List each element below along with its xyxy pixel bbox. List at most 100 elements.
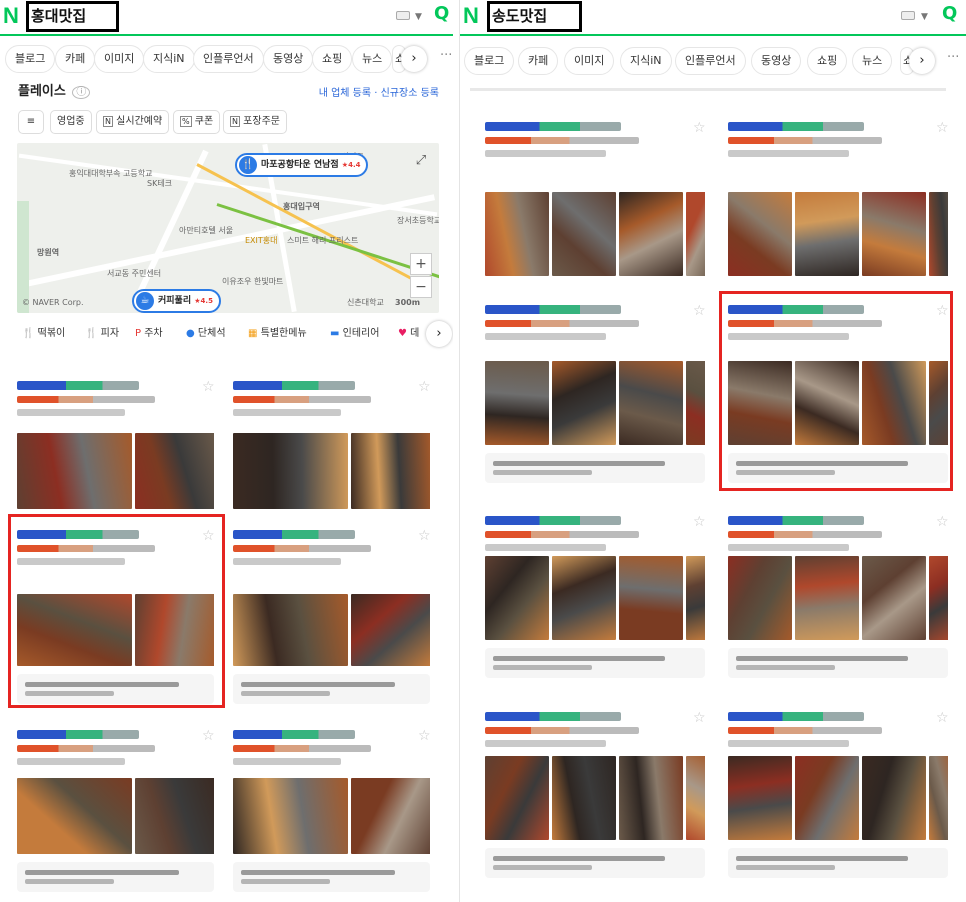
place-photo[interactable] — [862, 756, 926, 840]
place-name-blurred[interactable] — [233, 381, 356, 390]
place-photo-strip[interactable] — [485, 756, 705, 840]
place-name-blurred[interactable] — [485, 712, 622, 721]
category-pizza[interactable]: 🍴 피자 — [85, 321, 119, 347]
place-card[interactable]: ☆ — [728, 514, 949, 686]
naver-logo[interactable]: N — [463, 3, 479, 29]
place-photo-strip[interactable] — [485, 361, 705, 445]
place-photo[interactable] — [552, 556, 616, 640]
review-snippet[interactable] — [17, 862, 214, 892]
place-card[interactable]: ☆ — [17, 728, 215, 892]
place-photo[interactable] — [552, 192, 616, 276]
tab-kin[interactable]: 지식iN — [143, 45, 195, 73]
tab-cafe[interactable]: 카페 — [55, 45, 96, 73]
chevron-right-icon[interactable]: › — [909, 48, 935, 74]
filter-settings-icon[interactable]: ≡ — [18, 110, 44, 134]
place-card[interactable]: ☆ — [485, 514, 706, 686]
more-icon[interactable]: ··· — [947, 50, 959, 65]
place-name-blurred[interactable] — [17, 381, 140, 390]
place-name-blurred[interactable] — [233, 730, 356, 739]
tab-kin[interactable]: 지식iN — [620, 47, 672, 75]
place-photo[interactable] — [351, 594, 430, 666]
place-photo[interactable] — [552, 361, 616, 445]
place-photo[interactable] — [686, 192, 705, 276]
place-photo[interactable] — [728, 756, 792, 840]
place-photo[interactable] — [686, 361, 705, 445]
review-snippet[interactable] — [233, 862, 430, 892]
review-snippet[interactable] — [485, 648, 705, 678]
place-photo[interactable] — [135, 778, 214, 854]
expand-icon[interactable]: ⤢ — [410, 151, 432, 173]
place-photo-strip[interactable] — [233, 778, 430, 854]
place-name-blurred[interactable] — [728, 516, 865, 525]
place-photo[interactable] — [686, 556, 705, 640]
place-photo-strip[interactable] — [728, 556, 948, 640]
place-name-blurred[interactable] — [485, 516, 622, 525]
tab-video[interactable]: 동영상 — [751, 47, 802, 75]
place-photo[interactable] — [862, 192, 926, 276]
chevron-down-icon[interactable]: ▼ — [921, 12, 928, 22]
search-icon[interactable]: Q — [434, 3, 449, 24]
place-photo[interactable] — [619, 756, 683, 840]
tab-image[interactable]: 이미지 — [564, 47, 615, 75]
place-photo[interactable] — [485, 556, 549, 640]
star-icon[interactable]: ☆ — [693, 710, 706, 726]
map-pin-restaurant[interactable]: 🍴 마포공항타운 연남점 ★4.4 — [235, 153, 369, 177]
tab-news[interactable]: 뉴스 — [352, 45, 393, 73]
place-photo-strip[interactable] — [485, 556, 705, 640]
review-snippet[interactable] — [485, 453, 705, 483]
place-photo-strip[interactable] — [17, 433, 214, 509]
place-photo-strip[interactable] — [485, 192, 705, 276]
map-pin-cafe[interactable]: ☕ 커피풀리 ★4.5 — [132, 289, 221, 313]
place-card[interactable]: ☆ — [233, 379, 431, 511]
chevron-right-icon[interactable]: › — [401, 46, 427, 72]
place-photo[interactable] — [233, 594, 348, 666]
tab-influencer[interactable]: 인플루언서 — [675, 47, 746, 75]
tab-shopping[interactable]: 쇼핑 — [312, 45, 353, 73]
star-icon[interactable]: ☆ — [202, 728, 215, 744]
place-photo-strip[interactable] — [17, 778, 214, 854]
star-icon[interactable]: ☆ — [693, 514, 706, 530]
place-photo-strip[interactable] — [728, 192, 948, 276]
place-card[interactable]: ☆ — [17, 379, 215, 511]
place-map[interactable]: 홍익대대학부속 고등학교 SK테크 아만티호텔 서울 EXIT홍대 홍대입구역 … — [17, 143, 439, 313]
filter-coupon[interactable]: % 쿠폰 — [173, 110, 221, 134]
place-photo[interactable] — [619, 361, 683, 445]
place-photo[interactable] — [351, 433, 430, 509]
place-name-blurred[interactable] — [485, 305, 622, 314]
category-tteokbokki[interactable]: 🍴 떡볶이 — [22, 321, 65, 347]
search-icon[interactable]: Q — [942, 3, 957, 24]
star-icon[interactable]: ☆ — [936, 120, 949, 136]
place-card[interactable]: ☆ — [233, 528, 431, 705]
place-name-blurred[interactable] — [485, 122, 622, 131]
zoom-in-button[interactable]: + — [410, 253, 432, 275]
place-photo-strip[interactable] — [728, 756, 948, 840]
place-card[interactable]: ☆ — [485, 710, 706, 882]
place-name-blurred[interactable] — [728, 122, 865, 131]
place-photo[interactable] — [686, 756, 705, 840]
info-icon[interactable]: ⓘ — [72, 86, 91, 99]
chevron-down-icon[interactable]: ▼ — [415, 12, 422, 22]
category-special-menu[interactable]: ▦ 특별한메뉴 — [248, 321, 307, 347]
place-photo[interactable] — [17, 433, 132, 509]
place-name-blurred[interactable] — [17, 730, 140, 739]
place-photo[interactable] — [485, 192, 549, 276]
place-card[interactable]: ☆ — [728, 710, 949, 882]
place-photo[interactable] — [619, 192, 683, 276]
star-icon[interactable]: ☆ — [936, 710, 949, 726]
filter-realtime-reservation[interactable]: N 실시간예약 — [96, 110, 170, 134]
search-input[interactable]: 송도맛집 — [487, 1, 582, 32]
review-snippet[interactable] — [233, 674, 430, 704]
tab-news[interactable]: 뉴스 — [852, 47, 893, 75]
chevron-right-icon[interactable]: › — [426, 321, 452, 347]
place-photo[interactable] — [351, 778, 430, 854]
keyboard-icon[interactable] — [396, 11, 410, 20]
tab-image[interactable]: 이미지 — [94, 45, 145, 73]
place-name-blurred[interactable] — [233, 530, 356, 539]
place-photo[interactable] — [929, 556, 948, 640]
keyboard-icon[interactable] — [901, 11, 915, 20]
review-snippet[interactable] — [485, 848, 705, 878]
star-icon[interactable]: ☆ — [693, 120, 706, 136]
place-photo[interactable] — [552, 756, 616, 840]
category-parking[interactable]: P 주차 — [135, 321, 163, 347]
place-photo[interactable] — [135, 433, 214, 509]
